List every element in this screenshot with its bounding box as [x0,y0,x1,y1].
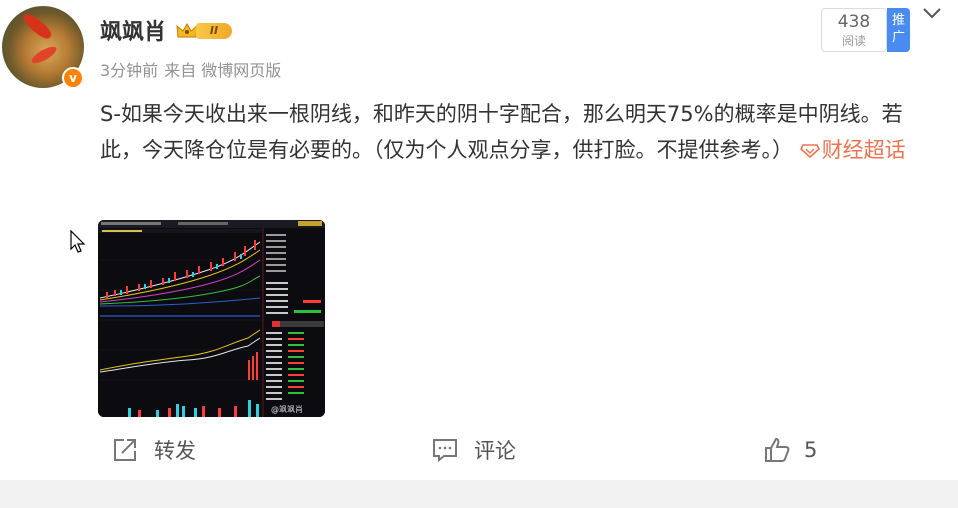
read-count: 438 [837,12,871,32]
vip-crown-icon [176,22,198,38]
vip-level: II [196,23,232,39]
stock-chart-image [98,220,325,417]
verified-icon: v [62,67,84,89]
topic-label: 财经超话 [821,138,906,162]
like-button[interactable]: 5 [764,432,817,468]
cursor-icon [70,230,86,253]
vip-badge[interactable]: II [176,20,234,42]
goldfish-shape [29,43,59,67]
post-text: S-如果今天收出来一根阴线，和昨天的阴十字配合，那么明天75%的概率是中阴线。若… [100,102,903,162]
comment-label: 评论 [474,439,516,463]
like-icon [765,437,790,462]
image-watermark: @飒飒肖 [271,405,303,414]
post-content: S-如果今天收出来一根阴线，和昨天的阴十字配合，那么明天75%的概率是中阴线。若… [100,96,910,168]
promote-button[interactable]: 推广 [887,8,910,52]
feed-divider [0,480,958,508]
like-count: 5 [804,438,818,462]
goldfish-shape [20,10,54,42]
topic-link[interactable]: 财经超话 [799,138,906,162]
post-source: 来自 微博网页版 [164,61,282,80]
read-label: 阅读 [841,34,866,48]
repost-icon [114,439,136,461]
repost-button[interactable]: 转发 [112,432,196,468]
action-bar: 转发 评论 5 [0,432,958,468]
topic-diamond-icon [799,144,820,158]
comment-icon [433,439,457,463]
comment-button[interactable]: 评论 [432,432,516,468]
post-image[interactable]: @飒飒肖 [98,220,325,417]
chevron-down-icon[interactable] [922,6,942,20]
post-time[interactable]: 3分钟前 [100,61,158,80]
repost-label: 转发 [154,439,196,463]
username[interactable]: 飒飒肖 [100,14,166,46]
post-meta: 3分钟前 来自 微博网页版 [100,57,287,81]
read-count-box: 438 阅读 [821,8,887,52]
